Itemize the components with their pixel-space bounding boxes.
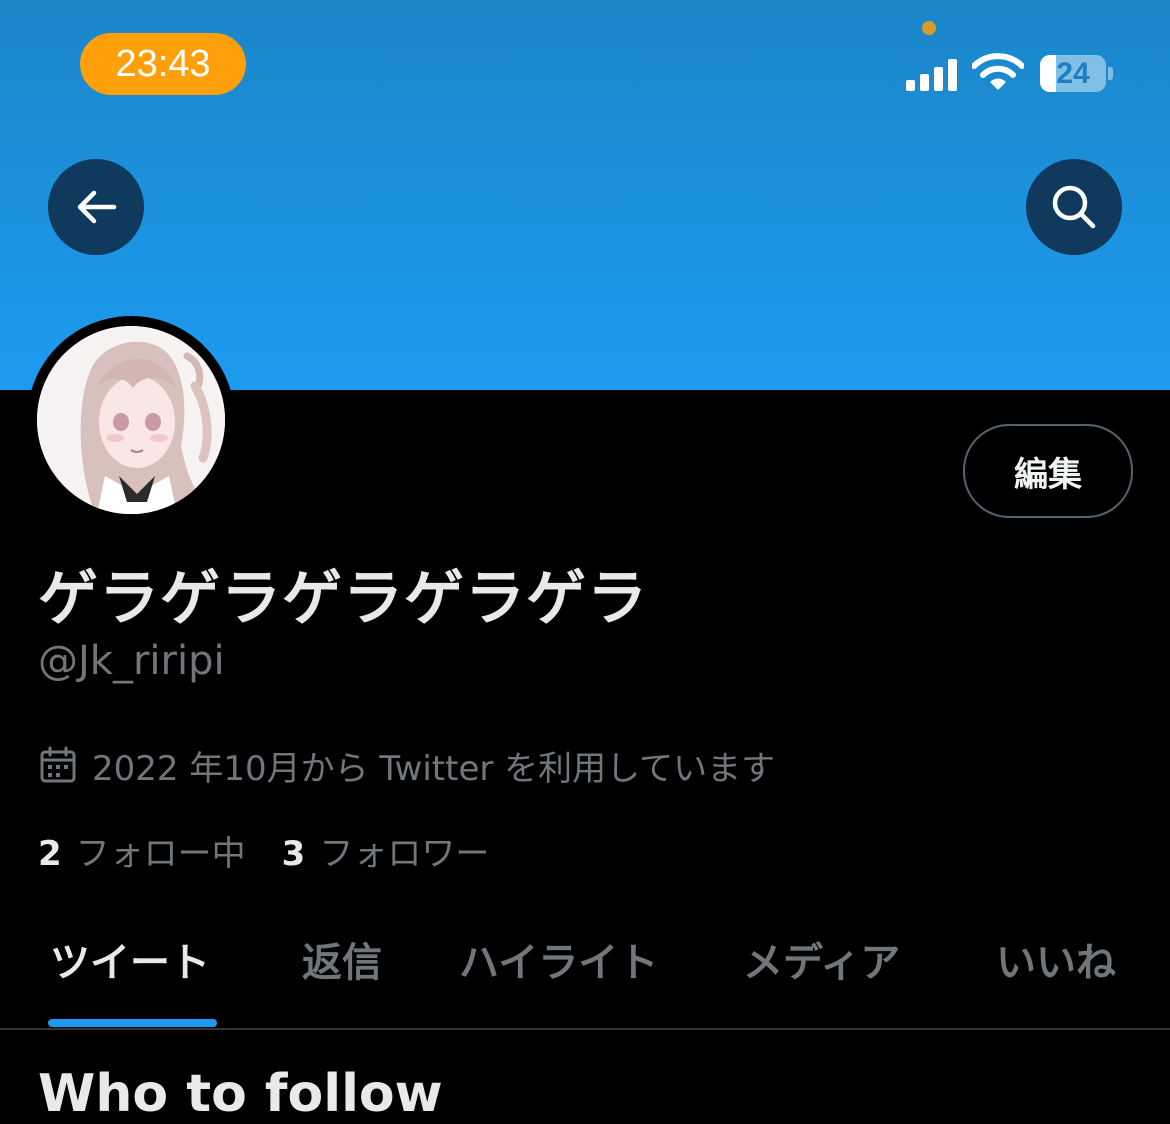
- joined-date: 2022 年10月から Twitter を利用しています: [38, 742, 776, 789]
- back-button[interactable]: [48, 159, 144, 255]
- tab-tweets[interactable]: ツイート: [50, 925, 210, 1029]
- battery-cap: [1108, 67, 1113, 80]
- active-tab-indicator: [48, 1019, 217, 1027]
- wifi-icon: [972, 53, 1024, 90]
- edit-profile-button[interactable]: 編集: [963, 424, 1133, 518]
- battery-icon: 24: [1040, 55, 1106, 92]
- joined-text: 2022 年10月から Twitter を利用しています: [92, 748, 776, 789]
- display-name: ゲラゲラゲラゲラゲラ: [38, 564, 648, 634]
- search-button[interactable]: [1026, 159, 1122, 255]
- avatar[interactable]: [27, 316, 235, 524]
- following-count[interactable]: 2: [38, 834, 62, 874]
- profile-tabs: ツイート 返信 ハイライト メディア いいね: [0, 925, 1170, 1029]
- status-time: 23:43: [80, 33, 246, 95]
- who-to-follow-heading: Who to follow: [38, 1064, 443, 1124]
- divider: [0, 1028, 1170, 1030]
- search-icon: [1052, 185, 1096, 229]
- tab-highlights[interactable]: ハイライト: [459, 925, 658, 1029]
- tab-likes[interactable]: いいね: [996, 925, 1116, 1029]
- cellular-signal-icon: [906, 57, 960, 91]
- privacy-indicator-dot: [922, 21, 936, 35]
- avatar-illustration: [37, 326, 225, 514]
- followers-label[interactable]: フォロワー: [319, 826, 489, 875]
- battery-level: 24: [1056, 57, 1090, 90]
- following-label[interactable]: フォロー中: [76, 826, 246, 875]
- followers-count[interactable]: 3: [282, 834, 306, 874]
- user-handle: @Jk_riripi: [38, 638, 225, 684]
- follow-stats: 2 フォロー中 3 フォロワー: [38, 826, 525, 875]
- calendar-icon: [40, 746, 76, 783]
- tab-replies[interactable]: 返信: [302, 925, 382, 1029]
- arrow-left-icon: [77, 190, 117, 224]
- tab-media[interactable]: メディア: [743, 925, 900, 1029]
